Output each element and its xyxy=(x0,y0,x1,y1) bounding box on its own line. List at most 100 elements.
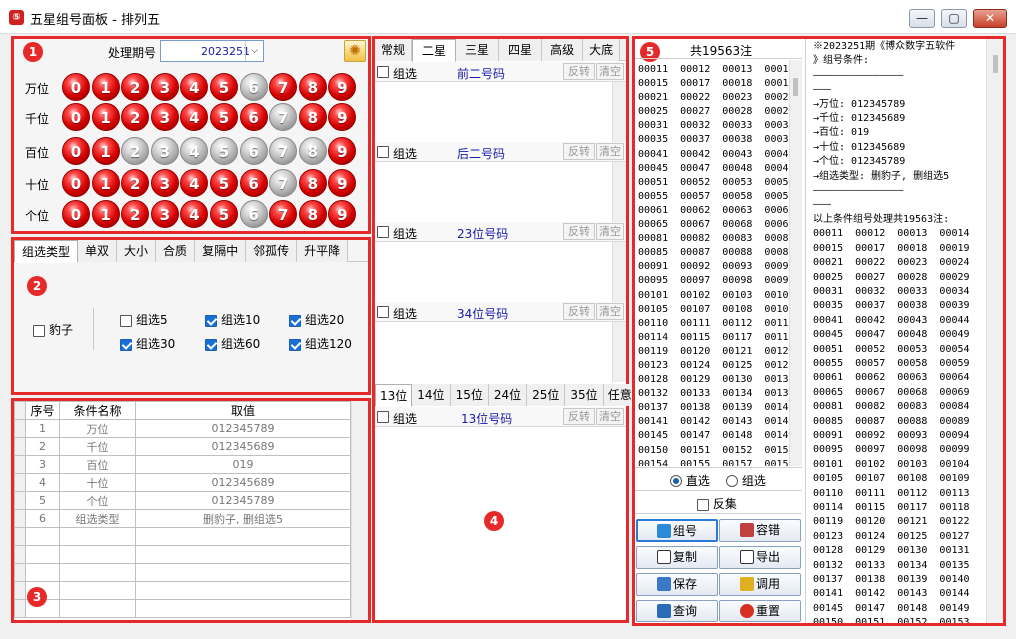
tab-regular[interactable]: 常规 xyxy=(375,39,413,61)
digit-ball[interactable]: 0 xyxy=(62,103,90,131)
pos-13-reverse-button[interactable]: 反转 xyxy=(563,408,595,425)
chevron-down-icon[interactable]: ⌵ xyxy=(245,41,263,61)
close-button[interactable]: ✕ xyxy=(973,9,1007,28)
digit-ball[interactable]: 6 xyxy=(239,169,268,197)
copy-button[interactable]: 复制 xyxy=(636,546,718,569)
pos-13-clear-button[interactable]: 清空 xyxy=(596,408,624,425)
section-clear-button[interactable]: 清空 xyxy=(596,223,624,240)
digit-ball[interactable]: 0 xyxy=(62,200,90,228)
digit-ball[interactable]: 8 xyxy=(298,103,327,131)
digit-ball[interactable]: 6 xyxy=(239,137,268,165)
digit-ball[interactable]: 0 xyxy=(62,137,90,165)
digit-ball[interactable]: 1 xyxy=(91,200,120,228)
table-row[interactable] xyxy=(14,545,351,564)
group-checkbox[interactable] xyxy=(120,338,132,351)
section-clear-button[interactable]: 清空 xyxy=(596,303,624,320)
reset-button[interactable]: 重置 xyxy=(719,600,801,622)
digit-ball[interactable]: 5 xyxy=(210,137,238,165)
load-button[interactable]: 调用 xyxy=(719,573,801,596)
tab-pos-15[interactable]: 15位 xyxy=(450,384,489,406)
section-reverse-button[interactable]: 反转 xyxy=(563,303,595,320)
group-option-2[interactable]: 组选10 xyxy=(205,311,260,328)
section-clear-button[interactable]: 清空 xyxy=(596,143,624,160)
leopard-checkbox[interactable] xyxy=(33,324,45,337)
digit-ball[interactable]: 2 xyxy=(121,103,150,131)
group-checkbox[interactable] xyxy=(289,314,301,327)
section-reverse-button[interactable]: 反转 xyxy=(563,63,595,80)
digit-ball[interactable]: 1 xyxy=(91,73,120,101)
digit-ball[interactable]: 1 xyxy=(91,103,120,131)
tab-pos-13[interactable]: 13位 xyxy=(375,384,413,407)
tab-four-star[interactable]: 四星 xyxy=(499,39,543,61)
number-list[interactable]: 00011 00012 00013 00014 00015 00017 0001… xyxy=(638,63,790,466)
tab-big-small[interactable]: 大小 xyxy=(117,240,157,262)
digit-ball[interactable]: 0 xyxy=(62,73,90,101)
table-row[interactable]: 4 十位 012345689 xyxy=(14,473,351,492)
tab-pos-35[interactable]: 35位 xyxy=(565,384,604,406)
leopard-option[interactable]: 豹子 xyxy=(33,321,73,338)
tab-three-star[interactable]: 三星 xyxy=(456,39,500,61)
tab-odd-even[interactable]: 单双 xyxy=(78,240,118,262)
tab-prime-composite[interactable]: 合质 xyxy=(156,240,196,262)
digit-ball[interactable]: 7 xyxy=(269,73,298,101)
tab-repeat-gap[interactable]: 复隔中 xyxy=(195,240,247,262)
section-scrollbar[interactable] xyxy=(612,162,626,222)
digit-ball[interactable]: 3 xyxy=(150,103,179,131)
tab-base[interactable]: 大底 xyxy=(583,39,621,61)
table-row[interactable]: 1 万位 012345789 xyxy=(14,419,351,438)
digit-ball[interactable]: 7 xyxy=(269,200,298,228)
section-scrollbar[interactable] xyxy=(612,322,626,382)
digit-ball[interactable]: 7 xyxy=(269,103,298,131)
minimize-button[interactable]: — xyxy=(909,9,935,28)
group-option-3[interactable]: 组选20 xyxy=(289,311,344,328)
digit-ball[interactable]: 0 xyxy=(62,169,90,197)
digit-ball[interactable]: 6 xyxy=(239,73,268,101)
group-option-6[interactable]: 组选120 xyxy=(289,335,352,352)
table-row[interactable]: 6 组选类型 删豹子, 删组选5 xyxy=(14,509,351,528)
tab-advanced[interactable]: 高级 xyxy=(542,39,584,61)
group-checkbox[interactable] xyxy=(289,338,301,351)
section-body-3[interactable] xyxy=(375,242,612,302)
group-option-1[interactable]: 组选5 xyxy=(120,311,168,328)
digit-ball[interactable]: 5 xyxy=(210,169,238,197)
digit-ball[interactable]: 5 xyxy=(210,73,238,101)
group-option-5[interactable]: 组选60 xyxy=(205,335,260,352)
number-list-scrollbar[interactable] xyxy=(789,60,802,466)
group-checkbox[interactable] xyxy=(120,314,132,327)
digit-ball[interactable]: 2 xyxy=(121,137,150,165)
digit-ball[interactable]: 8 xyxy=(298,73,327,101)
query-button[interactable]: 查询 xyxy=(636,600,718,622)
digit-ball[interactable]: 3 xyxy=(150,200,179,228)
export-button[interactable]: 导出 xyxy=(719,546,801,569)
group-checkbox[interactable] xyxy=(205,314,217,327)
tab-group-type[interactable]: 组选类型 xyxy=(14,240,79,263)
direct-option[interactable]: 直选 xyxy=(670,472,710,489)
digit-ball[interactable]: 3 xyxy=(150,73,179,101)
digit-ball[interactable]: 5 xyxy=(210,200,238,228)
group-checkbox[interactable] xyxy=(205,338,217,351)
tab-two-star[interactable]: 二星 xyxy=(412,39,457,62)
generate-button[interactable]: 组号 xyxy=(636,519,718,542)
group-radio[interactable] xyxy=(726,475,738,487)
digit-ball[interactable]: 3 xyxy=(150,137,179,165)
reverse-collect-option[interactable]: 反集 xyxy=(697,495,737,512)
table-row[interactable]: 3 百位 019 xyxy=(14,455,351,474)
digit-ball[interactable]: 8 xyxy=(298,200,327,228)
section-scrollbar[interactable] xyxy=(612,242,626,302)
tab-rise-fall[interactable]: 升平降 xyxy=(297,240,349,262)
log-scrollbar[interactable] xyxy=(986,39,1003,623)
section-body-2[interactable] xyxy=(375,162,612,222)
digit-ball[interactable]: 5 xyxy=(210,103,238,131)
section-body-4[interactable] xyxy=(375,322,612,382)
pos-13-group-checkbox[interactable] xyxy=(377,411,389,423)
digit-ball[interactable]: 1 xyxy=(91,137,120,165)
log-text[interactable]: ※2023251期《博众数字五软件 》组号条件: ———————————————… xyxy=(813,40,985,623)
section-group-checkbox[interactable] xyxy=(377,306,389,318)
group-option-4[interactable]: 组选30 xyxy=(120,335,175,352)
table-row[interactable]: 2 千位 012345689 xyxy=(14,437,351,456)
section-group-checkbox[interactable] xyxy=(377,146,389,158)
conditions-scrollbar[interactable] xyxy=(351,401,368,620)
section-scrollbar[interactable] xyxy=(612,82,626,142)
digit-ball[interactable]: 6 xyxy=(239,103,268,131)
tab-pos-24[interactable]: 24位 xyxy=(488,384,528,406)
